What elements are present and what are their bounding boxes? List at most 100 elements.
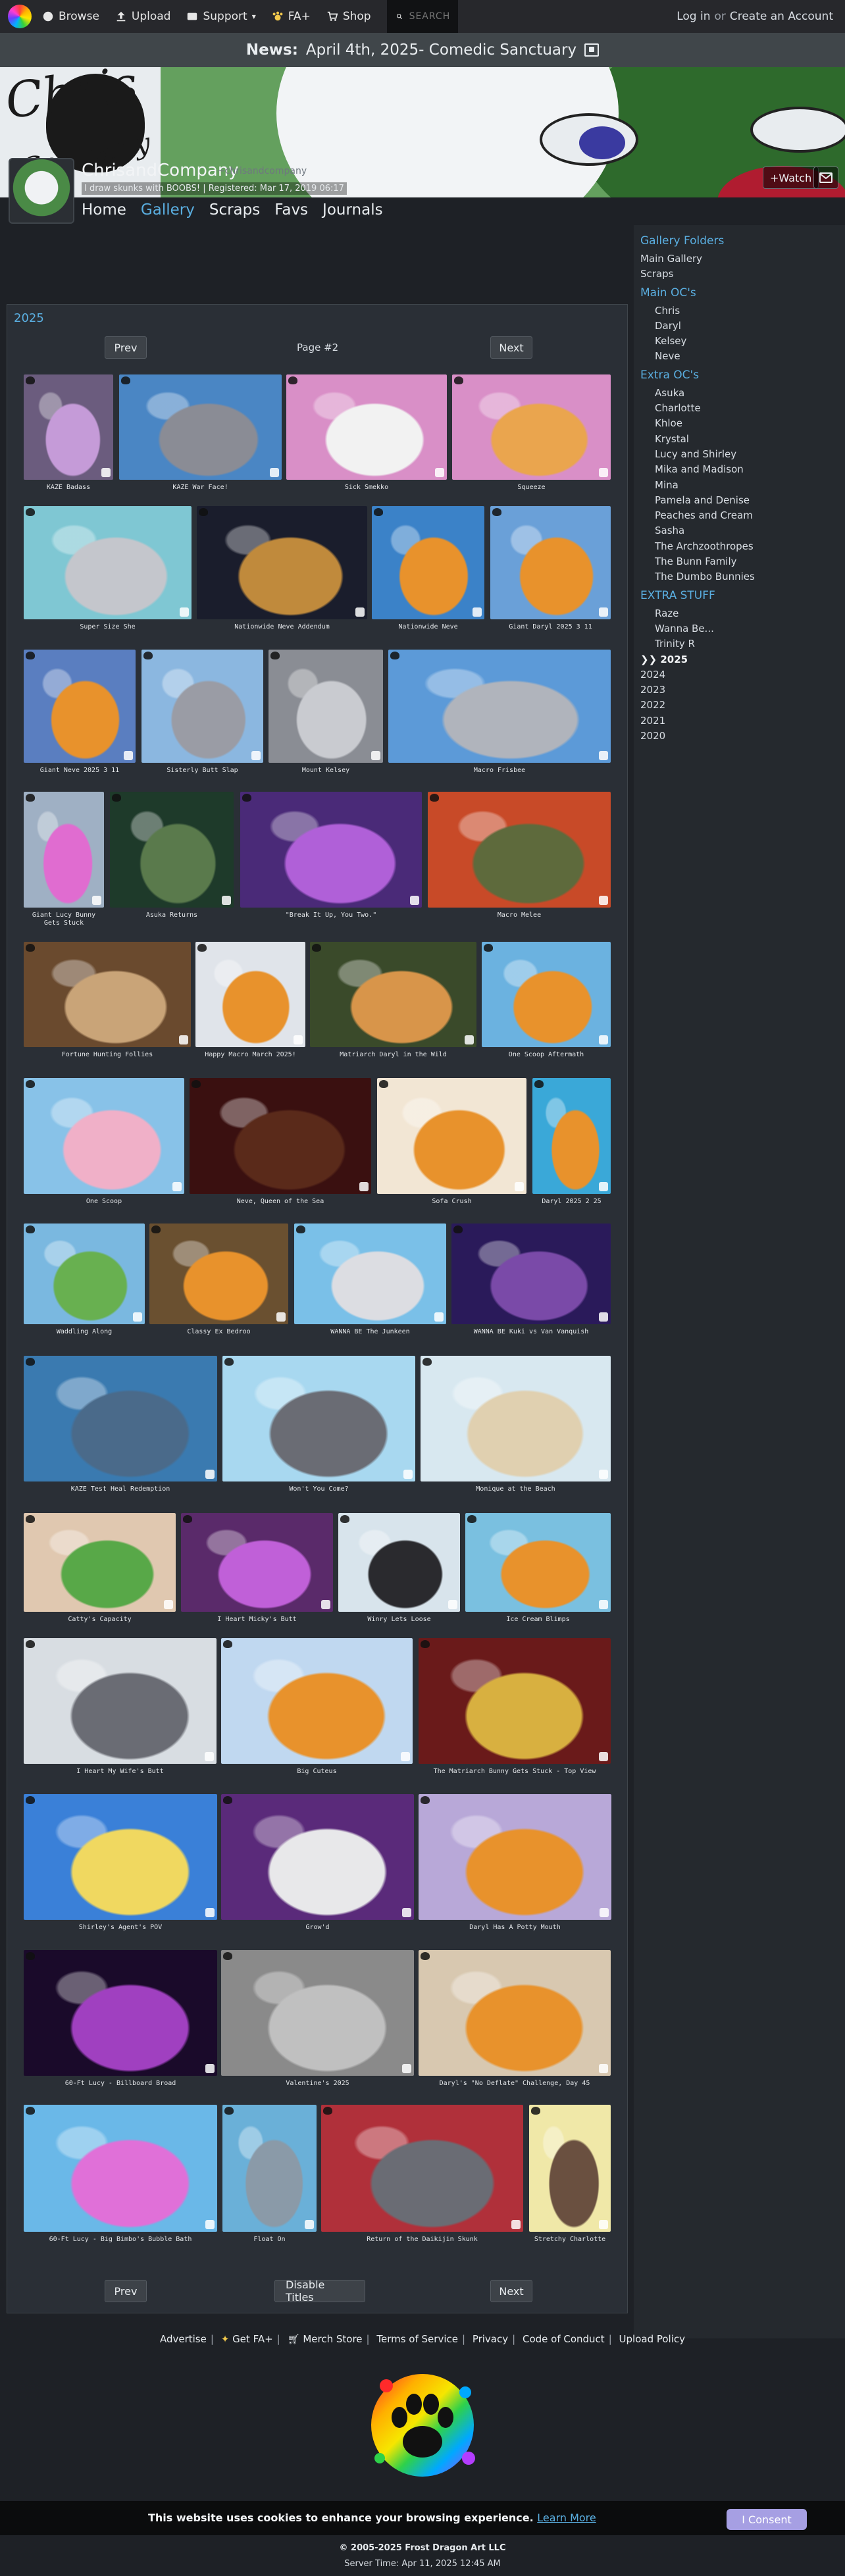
gallery-thumbnail[interactable]: Daryl Has A Potty Mouth [419, 1794, 611, 1936]
sidebar-folder-link[interactable]: Scraps [640, 267, 838, 282]
thumbnail-title[interactable]: Super Size She [24, 623, 192, 631]
fa-plus-link[interactable]: FA+ [272, 10, 311, 23]
gallery-thumbnail[interactable]: I Heart My Wife's Butt [24, 1638, 217, 1780]
thumbnail-image[interactable] [482, 942, 611, 1047]
thumbnail-title[interactable]: KAZE Badass [24, 484, 113, 492]
sidebar-year-link[interactable]: 2022 [640, 698, 838, 713]
gallery-thumbnail[interactable]: Super Size She [24, 506, 192, 635]
thumbnail-title[interactable]: Shirley's Agent's POV [24, 1924, 217, 1932]
thumbnail-title[interactable]: Giant Lucy Bunny Gets Stuck [24, 912, 104, 927]
thumbnail-title[interactable]: One Scoop [24, 1198, 184, 1206]
thumbnail-title[interactable]: Return of the Daikijin Skunk [321, 2236, 523, 2244]
sidebar-folder-link[interactable]: Sasha [655, 523, 838, 538]
thumbnail-title[interactable]: I Heart My Wife's Butt [24, 1768, 217, 1776]
sidebar-folder-link[interactable]: Kelsey [655, 334, 838, 349]
thumbnail-title[interactable]: Winry Lets Loose [338, 1616, 460, 1624]
thumbnail-title[interactable]: Waddling Along [24, 1328, 145, 1336]
gallery-thumbnail[interactable]: WANNA BE The Junkeen [294, 1224, 446, 1340]
thumbnail-title[interactable]: Neve, Queen of the Sea [190, 1198, 371, 1206]
next-button-top[interactable]: Next [490, 336, 532, 359]
consent-button[interactable]: I Consent [727, 2509, 807, 2530]
gallery-thumbnail[interactable]: One Scoop [24, 1078, 184, 1210]
thumbnail-image[interactable] [24, 650, 136, 763]
gallery-thumbnail[interactable]: Happy Macro March 2025! [195, 942, 305, 1063]
gallery-thumbnail[interactable]: Macro Melee [428, 792, 611, 923]
gallery-thumbnail[interactable]: Big Cuteus [221, 1638, 413, 1780]
thumbnail-image[interactable] [294, 1224, 446, 1324]
sidebar-folder-link[interactable]: Main Gallery [640, 251, 838, 267]
thumbnail-title[interactable]: Big Cuteus [221, 1768, 413, 1776]
gallery-thumbnail[interactable]: Valentine's 2025 [221, 1950, 414, 2092]
search-input[interactable] [409, 11, 449, 22]
thumbnail-image[interactable] [451, 1224, 611, 1324]
support-link[interactable]: Support ▾ [186, 10, 256, 23]
gallery-thumbnail[interactable]: The Matriarch Bunny Gets Stuck - Top Vie… [419, 1638, 611, 1780]
fa-paw-logo-icon[interactable] [8, 5, 32, 28]
sidebar-year-link[interactable]: 2020 [640, 729, 838, 744]
prev-button-bottom[interactable]: Prev [105, 2280, 147, 2302]
gallery-thumbnail[interactable]: One Scoop Aftermath [482, 942, 611, 1063]
sidebar-folder-link[interactable]: Wanna Be... [655, 621, 838, 636]
thumbnail-image[interactable] [195, 942, 305, 1047]
gallery-thumbnail[interactable]: Classy Ex Bedroo [149, 1224, 288, 1340]
watch-button[interactable]: +Watch [763, 167, 819, 189]
thumbnail-title[interactable]: Sofa Crush [377, 1198, 526, 1206]
sidebar-year-link[interactable]: 2021 [640, 713, 838, 729]
sidebar-folder-link[interactable]: The Dumbo Bunnies [655, 569, 838, 584]
sidebar-folder-link[interactable]: Raze [655, 606, 838, 621]
profile-username[interactable]: ChrisandCompany [82, 161, 239, 180]
thumbnail-image[interactable] [221, 1950, 414, 2076]
thumbnail-title[interactable]: I Heart Micky's Butt [181, 1616, 333, 1624]
gallery-thumbnail[interactable]: 60-Ft Lucy - Billboard Broad [24, 1950, 217, 2092]
thumbnail-image[interactable] [24, 1794, 217, 1920]
tab-favs[interactable]: Favs [274, 201, 308, 219]
gallery-thumbnail[interactable]: Sofa Crush [377, 1078, 526, 1210]
next-button-bottom[interactable]: Next [490, 2280, 532, 2302]
thumbnail-title[interactable]: Ice Cream Blimps [465, 1616, 611, 1624]
merch-store-link[interactable]: Merch Store [303, 2333, 362, 2345]
message-button[interactable] [813, 167, 838, 189]
thumbnail-image[interactable] [490, 506, 611, 619]
gallery-thumbnail[interactable]: Ice Cream Blimps [465, 1513, 611, 1628]
thumbnail-image[interactable] [421, 1356, 611, 1481]
thumbnail-image[interactable] [388, 650, 611, 763]
thumbnail-image[interactable] [119, 374, 282, 480]
thumbnail-title[interactable]: Float On [222, 2236, 317, 2244]
thumbnail-image[interactable] [221, 1794, 414, 1920]
thumbnail-title[interactable]: Happy Macro March 2025! [195, 1051, 305, 1059]
sidebar-folder-link[interactable]: Charlotte [655, 401, 838, 416]
thumbnail-title[interactable]: Squeeze [452, 484, 611, 492]
thumbnail-title[interactable]: Nationwide Neve Addendum [197, 623, 367, 631]
get-fa-plus-link[interactable]: Get FA+ [232, 2333, 273, 2345]
thumbnail-image[interactable] [465, 1513, 611, 1612]
thumbnail-image[interactable] [321, 2105, 523, 2232]
gallery-thumbnail[interactable]: Giant Neve 2025 3 11 [24, 650, 136, 779]
thumbnail-title[interactable]: Valentine's 2025 [221, 2080, 414, 2088]
thumbnail-image[interactable] [24, 506, 192, 619]
thumbnail-title[interactable]: 60-Ft Lucy - Billboard Broad [24, 2080, 217, 2088]
thumbnail-title[interactable]: Won't You Come? [222, 1485, 415, 1493]
thumbnail-image[interactable] [286, 374, 447, 480]
thumbnail-image[interactable] [240, 792, 422, 908]
thumbnail-title[interactable]: One Scoop Aftermath [482, 1051, 611, 1059]
thumbnail-title[interactable]: Sisterly Butt Slap [141, 767, 263, 775]
gallery-thumbnail[interactable]: Asuka Returns [110, 792, 234, 923]
gallery-thumbnail[interactable]: KAZE War Face! [119, 374, 282, 496]
thumbnail-title[interactable]: Nationwide Neve [372, 623, 484, 631]
thumbnail-image[interactable] [532, 1078, 611, 1194]
gallery-thumbnail[interactable]: Sisterly Butt Slap [141, 650, 263, 779]
tab-scraps[interactable]: Scraps [209, 201, 260, 219]
thumbnail-image[interactable] [419, 1950, 611, 2076]
thumbnail-title[interactable]: KAZE Test Heal Redemption [24, 1485, 217, 1493]
gallery-thumbnail[interactable]: KAZE Test Heal Redemption [24, 1356, 217, 1497]
gallery-thumbnail[interactable]: Monique at the Beach [421, 1356, 611, 1497]
thumbnail-image[interactable] [372, 506, 484, 619]
gallery-thumbnail[interactable]: Nationwide Neve [372, 506, 484, 635]
sidebar-folder-link[interactable]: Daryl [655, 319, 838, 334]
upload-link[interactable]: Upload [115, 10, 170, 23]
gallery-thumbnail[interactable]: Daryl's "No Deflate" Challenge, Day 45 [419, 1950, 611, 2092]
thumbnail-image[interactable] [24, 1513, 176, 1612]
gallery-thumbnail[interactable]: "Break It Up, You Two." [240, 792, 422, 923]
thumbnail-image[interactable] [24, 1078, 184, 1194]
sidebar-folder-link[interactable]: Khloe [655, 416, 838, 431]
